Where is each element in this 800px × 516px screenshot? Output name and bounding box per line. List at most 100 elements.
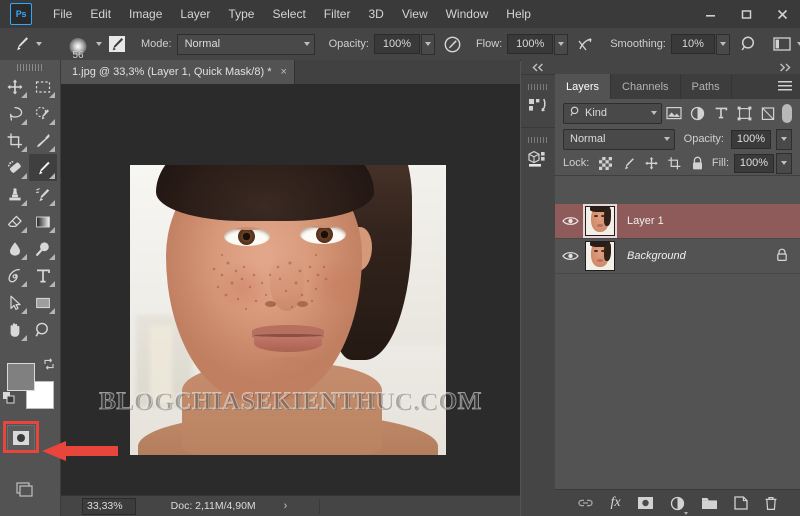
layer-visibility-toggle[interactable] [555, 215, 585, 227]
rectangle-tool[interactable] [29, 289, 57, 316]
close-button[interactable] [764, 0, 800, 28]
layer-row-background[interactable]: Background [555, 239, 800, 274]
move-tool[interactable] [1, 73, 29, 100]
layer-fill-stepper[interactable] [776, 152, 792, 174]
lasso-tool[interactable] [1, 100, 29, 127]
smart-object-filter-icon[interactable] [756, 103, 780, 123]
zoom-level-field[interactable]: 33,33% [82, 497, 136, 515]
pixel-filter-icon[interactable] [662, 103, 686, 123]
canvas-area[interactable] [61, 84, 520, 496]
filter-toggle[interactable] [781, 103, 793, 123]
chevron-right-icon[interactable]: › [284, 500, 288, 512]
layer-opacity-input[interactable]: 100% [731, 129, 771, 149]
eyedropper-tool[interactable] [29, 127, 57, 154]
hand-tool[interactable] [1, 316, 29, 343]
new-group-icon[interactable] [701, 497, 718, 510]
layer-thumbnail[interactable] [585, 241, 615, 271]
quick-selection-tool[interactable] [29, 100, 57, 127]
flow-input[interactable]: 100% [507, 34, 554, 54]
eraser-tool[interactable] [1, 208, 29, 235]
active-tool-preset[interactable] [11, 28, 47, 60]
workspace-switcher[interactable] [772, 28, 800, 60]
screen-mode-button[interactable] [16, 482, 33, 500]
symmetry-button[interactable] [576, 28, 596, 60]
expand-right-icon[interactable] [555, 60, 800, 74]
history-actions-panel-button[interactable] [521, 74, 555, 127]
menu-image[interactable]: Image [120, 3, 171, 25]
lock-transparent-pixels-icon[interactable] [595, 153, 616, 173]
document-info[interactable]: Doc: 2,11M/4,90M › [139, 498, 320, 514]
tab-paths[interactable]: Paths [681, 74, 732, 99]
clone-stamp-tool[interactable] [1, 181, 29, 208]
rectangular-marquee-tool[interactable] [29, 73, 57, 100]
horizontal-type-tool[interactable] [29, 262, 57, 289]
menu-view[interactable]: View [393, 3, 437, 25]
layer-row-layer-1[interactable]: Layer 1 [555, 204, 800, 239]
delete-layer-icon[interactable] [764, 496, 778, 511]
opacity-input[interactable]: 100% [373, 34, 420, 54]
menu-filter[interactable]: Filter [315, 3, 360, 25]
adjustment-filter-icon[interactable] [685, 103, 709, 123]
brush-tool[interactable] [29, 154, 57, 181]
shape-filter-icon[interactable] [732, 103, 756, 123]
gradient-tool[interactable] [29, 208, 57, 235]
new-adjustment-layer-icon[interactable] [670, 496, 688, 515]
swap-colors-icon[interactable] [42, 357, 56, 374]
panel-menu-icon[interactable] [778, 81, 792, 92]
history-brush-tool[interactable] [29, 181, 57, 208]
search-button[interactable] [740, 28, 758, 60]
default-colors-icon[interactable] [2, 391, 17, 409]
menu-help[interactable]: Help [497, 3, 540, 25]
layer-name[interactable]: Layer 1 [627, 215, 800, 227]
menu-select[interactable]: Select [263, 3, 314, 25]
smoothing-stepper[interactable] [715, 33, 730, 55]
tools-panel-grip[interactable] [17, 64, 43, 71]
add-layer-style-icon[interactable]: fx [610, 495, 620, 511]
tab-channels[interactable]: Channels [611, 74, 681, 99]
close-icon[interactable]: × [280, 66, 286, 78]
layer-blend-mode-select[interactable]: Normal [563, 128, 675, 150]
path-selection-tool[interactable] [1, 289, 29, 316]
lock-all-icon[interactable] [687, 153, 708, 173]
foreground-color-swatch[interactable] [7, 363, 35, 391]
type-filter-icon[interactable] [709, 103, 733, 123]
brush-preset-picker[interactable]: 56 [61, 28, 107, 61]
maximize-button[interactable] [728, 0, 764, 28]
menu-window[interactable]: Window [437, 3, 498, 25]
image-canvas[interactable] [130, 165, 446, 455]
collapse-left-icon[interactable] [521, 60, 555, 74]
filter-kind-select[interactable]: Kind [563, 102, 662, 124]
new-layer-icon[interactable] [733, 496, 748, 510]
spot-healing-brush-tool[interactable] [1, 154, 29, 181]
lock-artboard-icon[interactable] [664, 153, 685, 173]
brush-settings-button[interactable] [107, 28, 127, 60]
link-layers-icon[interactable] [577, 497, 594, 509]
flow-stepper[interactable] [554, 33, 569, 55]
crop-tool[interactable] [1, 127, 29, 154]
document-tab[interactable]: 1.jpg @ 33,3% (Layer 1, Quick Mask/8) * … [61, 60, 295, 84]
tab-layers[interactable]: Layers [555, 74, 612, 99]
layer-visibility-toggle[interactable] [555, 250, 585, 262]
add-layer-mask-icon[interactable] [637, 496, 654, 510]
opacity-stepper[interactable] [420, 33, 435, 55]
lock-image-pixels-icon[interactable] [618, 153, 639, 173]
minimize-button[interactable] [692, 0, 728, 28]
blend-mode-select[interactable]: Normal [176, 33, 315, 55]
tool-preset-chevron-down-icon[interactable] [36, 42, 42, 46]
lock-position-icon[interactable] [641, 153, 662, 173]
3d-panel-button[interactable] [521, 127, 555, 180]
layer-fill-input[interactable]: 100% [734, 153, 774, 173]
menu-type[interactable]: Type [219, 3, 263, 25]
dodge-tool[interactable] [29, 235, 57, 262]
layer-thumbnail[interactable] [583, 204, 617, 238]
layer-name[interactable]: Background [627, 250, 776, 262]
smoothing-input[interactable]: 10% [670, 34, 715, 54]
menu-file[interactable]: File [44, 3, 81, 25]
blur-tool[interactable] [1, 235, 29, 262]
brush-preset-chevron-down-icon[interactable] [96, 42, 102, 46]
menu-edit[interactable]: Edit [81, 3, 120, 25]
menu-layer[interactable]: Layer [171, 3, 219, 25]
pen-tool[interactable] [1, 262, 29, 289]
layer-opacity-stepper[interactable] [776, 128, 792, 150]
menu-3d[interactable]: 3D [359, 3, 392, 25]
